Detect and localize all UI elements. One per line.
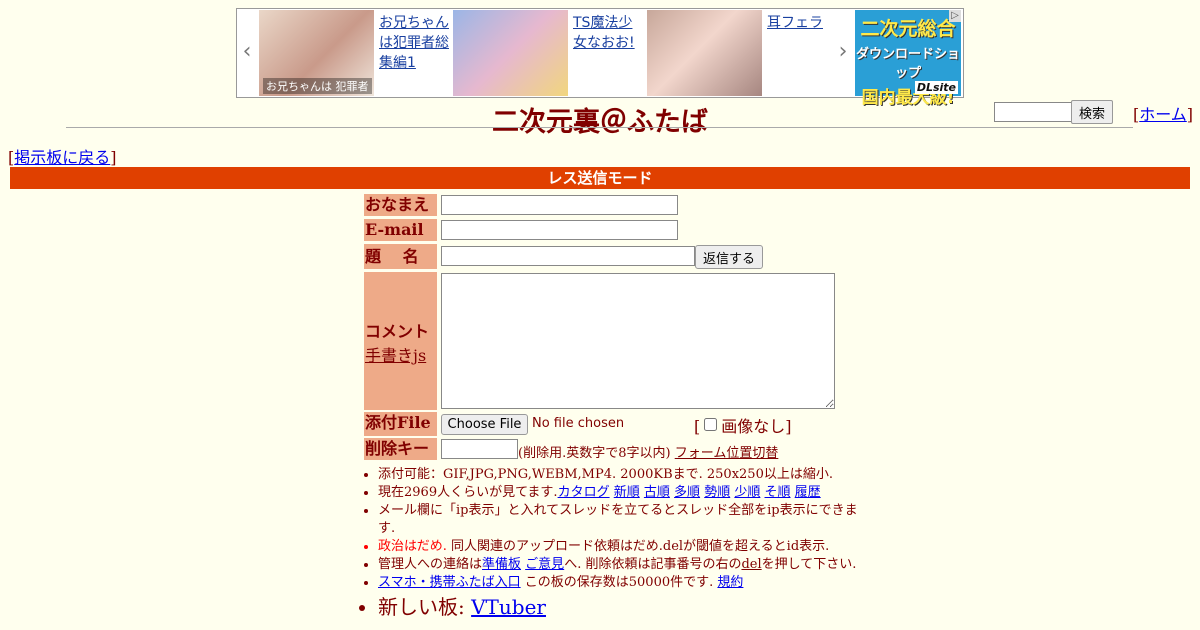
note-ip-display: メール欄に「ip表示」と入れてスレッドを立てるとスレッド全部をip表示にできます… xyxy=(378,502,873,538)
delete-key-input[interactable] xyxy=(441,439,518,459)
delete-key-label: 削除キー xyxy=(364,438,437,460)
sort-momentum-link[interactable]: 勢順 xyxy=(704,485,730,500)
comment-label-cell: コメント 手書きjs xyxy=(364,272,437,410)
reply-mode-bar: レス送信モード xyxy=(10,167,1190,189)
prep-board-link[interactable]: 準備板 xyxy=(482,557,521,572)
terms-link[interactable]: 規約 xyxy=(717,575,743,590)
delete-request-text: へ. 削除依頼は記事番号の右の xyxy=(564,557,742,572)
no-image-label: 画像なし xyxy=(721,417,786,436)
delete-key-note: (削除用.英数字で8字以内) xyxy=(518,446,671,461)
ad-banner[interactable]: ‹ お兄ちゃんは 犯罪者 お兄ちゃんは犯罪者総集編1 TS魔法少女なおお! 耳フ… xyxy=(236,8,964,108)
file-status-text: No file chosen xyxy=(532,416,625,431)
ad-link-1[interactable]: お兄ちゃんは犯罪者総集編1 xyxy=(379,13,449,73)
note-viewers: 現在2969人くらいが見てます.カタログ 新順 古順 多順 勢順 少順 そ順 履… xyxy=(378,484,873,502)
note-upload-rules: 同人関連のアップロード依頼はだめ.delが閾値を超えるとid表示. xyxy=(451,539,830,554)
dlsite-line-2: ダウンロードショップ xyxy=(855,47,960,81)
dlsite-logo: DLsite xyxy=(914,81,958,94)
home-link[interactable]: ホーム xyxy=(1139,105,1187,124)
dlsite-line-1: 二次元総合 xyxy=(860,18,956,40)
home-link-wrapper: [ホーム] xyxy=(1133,105,1194,124)
ad-thumbnail-2[interactable] xyxy=(453,10,568,96)
ad-thumbnail-1[interactable]: お兄ちゃんは 犯罪者 xyxy=(259,10,374,96)
sort-many-link[interactable]: 多順 xyxy=(674,485,700,500)
back-to-board-link[interactable]: 掲示板に戻る xyxy=(14,148,110,167)
ad-link-2[interactable]: TS魔法少女なおお! xyxy=(573,13,643,53)
feedback-link[interactable]: ご意見 xyxy=(525,557,564,572)
catalog-link[interactable]: カタログ xyxy=(558,485,610,500)
chevron-right-icon[interactable]: › xyxy=(835,39,851,64)
vtuber-board-link[interactable]: VTuber xyxy=(471,595,546,619)
chevron-left-icon[interactable]: ‹ xyxy=(239,39,255,64)
note-rules: 政治はだめ. 同人関連のアップロード依頼はだめ.delが閾値を超えるとid表示. xyxy=(378,538,873,556)
comment-textarea[interactable] xyxy=(441,273,835,409)
contact-text: 管理人への連絡は xyxy=(378,557,483,572)
sort-so-link[interactable]: そ順 xyxy=(765,485,791,500)
new-board-label: 新しい板: xyxy=(378,595,465,619)
sort-new-link[interactable]: 新順 xyxy=(614,485,640,500)
history-link[interactable]: 履歴 xyxy=(795,485,821,500)
storage-count-text: この板の保存数は50000件です. xyxy=(524,575,714,590)
email-label: E-mail xyxy=(364,219,437,241)
mobile-entrance-link[interactable]: スマホ・携帯ふたば入口 xyxy=(378,575,521,590)
delete-request-tail: を押して下さい. xyxy=(761,557,857,572)
note-attachments: 添付可能：GIF,JPG,PNG,WEBM,MP4. 2000KBまで. 250… xyxy=(378,466,873,484)
no-image-checkbox[interactable] xyxy=(704,418,718,431)
name-input[interactable] xyxy=(441,195,678,215)
note-new-board: 新しい板: VTuber xyxy=(378,594,873,620)
comment-label: コメント xyxy=(365,322,430,341)
name-label: おなまえ xyxy=(364,194,437,216)
file-label: 添付File xyxy=(364,412,437,436)
ad-link-3[interactable]: 耳フェラ xyxy=(767,13,837,33)
choose-file-button[interactable]: Choose File xyxy=(441,414,528,435)
board-notes: 添付可能：GIF,JPG,PNG,WEBM,MP4. 2000KBまで. 250… xyxy=(364,466,873,620)
sort-old-link[interactable]: 古順 xyxy=(644,485,670,500)
note-politics: 政治はだめ. xyxy=(378,539,447,554)
dlsite-banner[interactable]: ▷ 二次元総合 ダウンロードショップ 国内最大級! DLsite xyxy=(855,10,961,108)
handwriting-link[interactable]: 手書きjs xyxy=(365,346,426,365)
del-link[interactable]: del xyxy=(741,557,761,572)
ad-info-icon[interactable]: ▷ xyxy=(949,10,961,22)
note-contact: 管理人への連絡は準備板 ご意見へ. 削除依頼は記事番号の右のdelを押して下さい… xyxy=(378,556,873,574)
subject-input[interactable] xyxy=(441,246,695,266)
ad-thumbnail-3[interactable] xyxy=(647,10,762,96)
header-divider xyxy=(66,127,1133,128)
delete-key-note-wrapper: (削除用.英数字で8字以内) フォーム位置切替 xyxy=(518,442,778,461)
email-input[interactable] xyxy=(441,220,678,240)
ad-thumbnail-text: お兄ちゃんは 犯罪者 xyxy=(263,78,372,94)
no-image-option[interactable]: [画像なし] xyxy=(694,413,792,437)
search-button[interactable]: 検索 xyxy=(1071,100,1113,124)
back-link-wrapper: [掲示板に戻る] xyxy=(8,148,117,167)
sort-few-link[interactable]: 少順 xyxy=(734,485,760,500)
subject-label: 題 名 xyxy=(364,244,437,269)
form-position-toggle-link[interactable]: フォーム位置切替 xyxy=(675,446,779,461)
submit-reply-button[interactable]: 返信する xyxy=(695,245,763,269)
note-mobile: スマホ・携帯ふたば入口 この板の保存数は50000件です. 規約 xyxy=(378,574,873,592)
viewer-count-text: 現在2969人くらいが見てます. xyxy=(378,485,558,500)
